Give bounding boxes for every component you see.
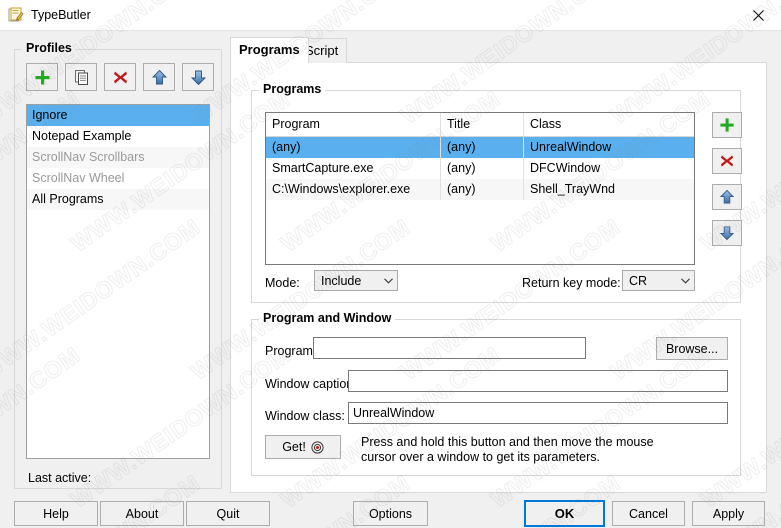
cell-title: (any) <box>441 137 524 158</box>
move-up-program-button[interactable] <box>712 184 742 210</box>
cell-program: C:\Windows\explorer.exe <box>266 179 441 200</box>
arrow-down-icon <box>719 226 735 241</box>
cell-program: SmartCapture.exe <box>266 158 441 179</box>
programs-group-title: Programs <box>259 82 326 96</box>
list-item[interactable]: Ignore <box>27 105 209 126</box>
column-header-title[interactable]: Title <box>441 113 524 136</box>
column-header-class[interactable]: Class <box>524 113 694 136</box>
profiles-group: Profiles Ignore Notepad Example ScrollNa… <box>14 41 222 489</box>
window-class-input[interactable] <box>348 402 728 424</box>
table-row[interactable]: C:\Windows\explorer.exe (any) Shell_Tray… <box>266 179 694 200</box>
program-input[interactable] <box>313 337 586 359</box>
plus-icon <box>35 70 49 84</box>
delete-profile-button[interactable] <box>104 63 136 91</box>
program-label: Program: <box>265 344 317 358</box>
notepad-pencil-icon <box>8 7 24 23</box>
target-crosshair-icon <box>311 440 324 454</box>
cell-class: UnrealWindow <box>530 140 612 154</box>
cell-title: (any) <box>441 179 524 200</box>
table-row[interactable]: (any) (any) UnrealWindow <box>266 137 694 158</box>
list-item[interactable]: All Programs <box>27 189 209 210</box>
delete-program-button[interactable] <box>712 148 742 174</box>
programs-group: Programs Program Title Class (any) (any)… <box>251 82 742 303</box>
window-title: TypeButler <box>31 8 91 22</box>
help-button[interactable]: Help <box>14 501 98 526</box>
list-item[interactable]: ScrollNav Wheel <box>27 168 209 189</box>
add-program-button[interactable] <box>712 112 742 138</box>
cell-title: (any) <box>441 158 524 179</box>
delete-x-icon <box>113 71 127 83</box>
chevron-down-icon <box>677 271 694 290</box>
apply-button[interactable]: Apply <box>692 501 765 526</box>
program-and-window-group: Program and Window Program: Browse... Wi… <box>251 311 741 476</box>
move-down-profile-button[interactable] <box>182 63 214 91</box>
column-header-program[interactable]: Program <box>266 113 441 136</box>
move-down-program-button[interactable] <box>712 220 742 246</box>
mode-select[interactable]: Include <box>314 270 398 291</box>
cancel-button[interactable]: Cancel <box>612 501 685 526</box>
cell-program: (any) <box>266 137 441 158</box>
chevron-down-icon <box>380 271 397 290</box>
arrow-up-icon <box>719 189 735 204</box>
cell-class: DFCWindow <box>530 161 601 175</box>
tab-strip: Programs Script <box>230 37 767 63</box>
move-up-profile-button[interactable] <box>143 63 175 91</box>
delete-x-icon <box>720 155 734 167</box>
footer-bar: Help About Quit Options OK Cancel Apply <box>0 493 781 528</box>
browse-button[interactable]: Browse... <box>656 337 728 360</box>
table-row[interactable]: SmartCapture.exe (any) DFCWindow <box>266 158 694 179</box>
last-active-label: Last active: <box>28 471 92 485</box>
tab-panel: Programs Program Title Class (any) (any)… <box>230 62 767 493</box>
plus-icon <box>720 118 734 132</box>
title-bar: TypeButler <box>0 0 781 31</box>
add-profile-button[interactable] <box>26 63 58 91</box>
window-caption-input[interactable] <box>348 370 728 392</box>
about-button[interactable]: About <box>100 501 184 526</box>
tab-programs[interactable]: Programs <box>230 37 309 63</box>
client-area: Profiles Ignore Notepad Example ScrollNa… <box>0 31 781 528</box>
list-item[interactable]: Notepad Example <box>27 126 209 147</box>
cell-class: Shell_TrayWnd <box>530 182 615 196</box>
mode-label: Mode: <box>265 276 300 290</box>
copy-profile-button[interactable] <box>65 63 97 91</box>
arrow-up-icon <box>151 69 167 84</box>
get-button-label: Get! <box>282 440 306 454</box>
window-caption-label: Window caption: <box>265 377 357 391</box>
get-button-hint: Press and hold this button and then move… <box>361 435 654 464</box>
profiles-list[interactable]: Ignore Notepad Example ScrollNav Scrollb… <box>26 104 210 459</box>
window-class-label: Window class: <box>265 409 345 423</box>
get-button[interactable]: Get! <box>265 435 341 459</box>
close-window-button[interactable] <box>736 0 781 30</box>
programs-table[interactable]: Program Title Class (any) (any) UnrealWi… <box>265 112 695 265</box>
copy-icon <box>74 69 88 85</box>
return-key-mode-select[interactable]: CR <box>622 270 695 291</box>
return-key-mode-value: CR <box>629 273 648 288</box>
options-button[interactable]: Options <box>353 501 428 526</box>
table-header-row: Program Title Class <box>266 113 694 137</box>
arrow-down-icon <box>190 70 206 85</box>
quit-button[interactable]: Quit <box>186 501 270 526</box>
ok-button[interactable]: OK <box>524 500 605 527</box>
list-item[interactable]: ScrollNav Scrollbars <box>27 147 209 168</box>
return-key-mode-label: Return key mode: <box>522 276 621 290</box>
profiles-group-title: Profiles <box>22 41 76 55</box>
mode-value: Include <box>321 273 362 288</box>
program-and-window-title: Program and Window <box>259 311 396 325</box>
